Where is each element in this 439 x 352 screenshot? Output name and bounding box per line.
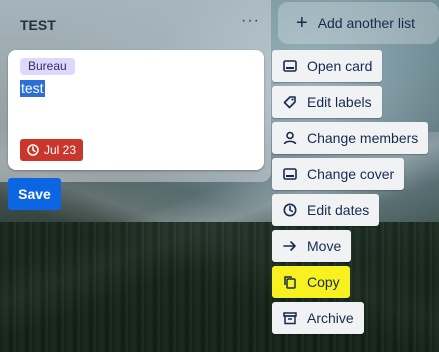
forest-backdrop (0, 222, 439, 352)
card-title-input[interactable]: test (20, 80, 45, 97)
card-editor[interactable]: Bureau test Jul 23 (8, 50, 264, 170)
move-button[interactable]: Move (272, 230, 352, 262)
action-label: Archive (307, 310, 354, 326)
card-icon (282, 58, 298, 74)
add-list-label: Add another list (317, 15, 415, 31)
clock-icon (282, 202, 298, 218)
action-label: Change cover (307, 166, 395, 182)
card-label[interactable]: Bureau (20, 58, 75, 75)
list-menu-icon[interactable]: ··· (241, 12, 260, 30)
action-label: Open card (307, 58, 373, 74)
due-date-text: Jul 23 (44, 143, 77, 157)
copy-button[interactable]: Copy (272, 266, 350, 298)
change-cover-button[interactable]: Change cover (272, 158, 405, 190)
open-card-button[interactable]: Open card (272, 50, 383, 82)
archive-button[interactable]: Archive (272, 302, 364, 334)
cover-icon (282, 166, 298, 182)
plus-icon: + (296, 12, 308, 34)
edit-dates-button[interactable]: Edit dates (272, 194, 380, 226)
clock-icon (27, 144, 39, 156)
archive-icon (282, 310, 298, 326)
list-title[interactable]: TEST (20, 17, 56, 33)
action-label: Copy (307, 274, 340, 290)
tag-icon (282, 94, 298, 110)
arrow-right-icon (282, 238, 298, 254)
save-button[interactable]: Save (8, 178, 61, 210)
change-members-button[interactable]: Change members (272, 122, 429, 154)
add-list-button[interactable]: + Add another list (278, 2, 439, 44)
action-label: Edit labels (307, 94, 372, 110)
edit-labels-button[interactable]: Edit labels (272, 86, 382, 118)
action-label: Change members (307, 130, 419, 146)
action-label: Move (307, 238, 342, 254)
copy-icon (282, 274, 298, 290)
action-label: Edit dates (307, 202, 370, 218)
due-date-badge[interactable]: Jul 23 (20, 139, 84, 161)
person-icon (282, 130, 298, 146)
